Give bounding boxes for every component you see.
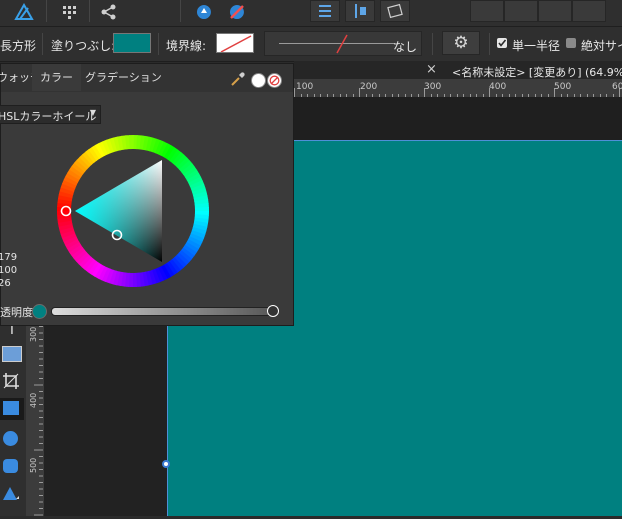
- ruler-label: 500: [554, 82, 572, 92]
- absolute-size-label: 絶対サイズ: [581, 39, 622, 53]
- snap-icon[interactable]: [190, 0, 218, 24]
- saturation-triangle[interactable]: [75, 160, 162, 262]
- triangle-icon[interactable]: [2, 486, 20, 505]
- gear-icon: ⚙: [453, 32, 469, 53]
- stroke-width-value: なし: [392, 40, 417, 54]
- align-icon[interactable]: [310, 0, 340, 22]
- color-mode-value: HSLカラーホイール: [0, 110, 97, 123]
- ops-icon[interactable]: [572, 0, 606, 22]
- toolbar-divider: [489, 33, 490, 55]
- toolbar-divider: [432, 33, 433, 55]
- toolbar-divider: [89, 0, 90, 22]
- stroke-label: 境界線:: [166, 39, 207, 53]
- white-swatch[interactable]: [251, 73, 266, 88]
- uniform-radius-label: 単一半径: [512, 39, 561, 53]
- document-tab-title[interactable]: <名称未設定> [変更あり] (64.9%): [452, 64, 622, 80]
- tab-color[interactable]: カラー: [32, 64, 81, 91]
- toolbar-divider: [46, 0, 47, 22]
- transform-icon[interactable]: [380, 0, 410, 22]
- color-mode-select[interactable]: HSLカラーホイール ▼: [0, 105, 101, 124]
- share-icon[interactable]: [95, 0, 123, 24]
- hue-segment: [129, 135, 134, 150]
- current-color-swatch[interactable]: [32, 304, 47, 319]
- affinity-logo-icon[interactable]: [10, 0, 38, 24]
- color-panel: ウォッチ カラー グラデーション HSLカラーホイール ▼ 179 100 26…: [0, 63, 294, 326]
- toolbar-divider: [180, 0, 181, 22]
- opacity-slider[interactable]: [51, 307, 277, 316]
- ruler-label: 400: [29, 392, 38, 408]
- canvas-pasteboard: [44, 320, 167, 516]
- document-tab-bar: × <名称未設定> [変更あり] (64.9%): [294, 61, 622, 79]
- hue-value: 179: [0, 252, 18, 263]
- ruler-label: 200: [360, 82, 378, 92]
- saturation-value: 100: [0, 265, 18, 276]
- tab-gradient[interactable]: グラデーション: [77, 64, 170, 91]
- settings-button[interactable]: ⚙: [442, 31, 480, 55]
- eyedropper-icon[interactable]: [230, 71, 246, 90]
- tools-panel: I: [0, 320, 26, 516]
- lightness-value: 26: [0, 278, 11, 289]
- ruler-label: 500: [29, 457, 38, 473]
- opacity-handle[interactable]: [267, 305, 279, 317]
- ellipse-icon[interactable]: [3, 431, 18, 446]
- ruler-label: 400: [489, 82, 507, 92]
- ops-icon[interactable]: [470, 0, 504, 22]
- selection-handle[interactable]: [162, 460, 170, 468]
- shape-label: 長方形: [0, 39, 37, 53]
- toolbar-divider: [42, 33, 43, 55]
- rectangle-tool-button[interactable]: [0, 398, 24, 420]
- stroke-width-slider[interactable]: なし: [264, 31, 422, 56]
- chevron-down-icon: ▼: [89, 108, 96, 117]
- ops-icon[interactable]: [504, 0, 538, 22]
- snap-off-icon[interactable]: [223, 0, 251, 24]
- stroke-swatch[interactable]: [216, 33, 254, 53]
- ruler-label: 300: [29, 326, 38, 342]
- toolbar-divider: [158, 33, 159, 55]
- uniform-radius-checkbox[interactable]: [497, 38, 507, 48]
- ruler-label: 600: [612, 82, 622, 92]
- absolute-size-checkbox[interactable]: [566, 38, 576, 48]
- color-wheel[interactable]: [57, 135, 209, 287]
- opacity-label: 不透明度: [0, 306, 33, 319]
- image-tool-icon[interactable]: [2, 346, 22, 362]
- vertical-ruler: 300 400 500: [26, 319, 44, 516]
- rounded-rectangle-icon[interactable]: [3, 459, 18, 473]
- close-icon[interactable]: ×: [426, 62, 437, 77]
- distribute-icon[interactable]: [345, 0, 375, 22]
- context-toolbar: 長方形 塗りつぶし: 境界線: なし ⚙ 単一半径 絶対サイズ: [0, 27, 622, 62]
- grid-icon[interactable]: [56, 0, 84, 24]
- crop-icon[interactable]: [2, 372, 20, 390]
- ruler-tick: [294, 88, 295, 97]
- rectangle-icon: [3, 401, 19, 415]
- ops-icon[interactable]: [538, 0, 572, 22]
- ruler-label: 300: [424, 82, 442, 92]
- fill-swatch[interactable]: [113, 33, 151, 53]
- horizontal-ruler: 100 200 300 400 500 600: [294, 79, 622, 98]
- ruler-label: 100: [296, 82, 314, 92]
- main-toolbar: [0, 0, 622, 27]
- none-swatch[interactable]: [267, 73, 282, 88]
- ruler-ticks: [27, 319, 43, 516]
- fill-label: 塗りつぶし:: [51, 39, 116, 53]
